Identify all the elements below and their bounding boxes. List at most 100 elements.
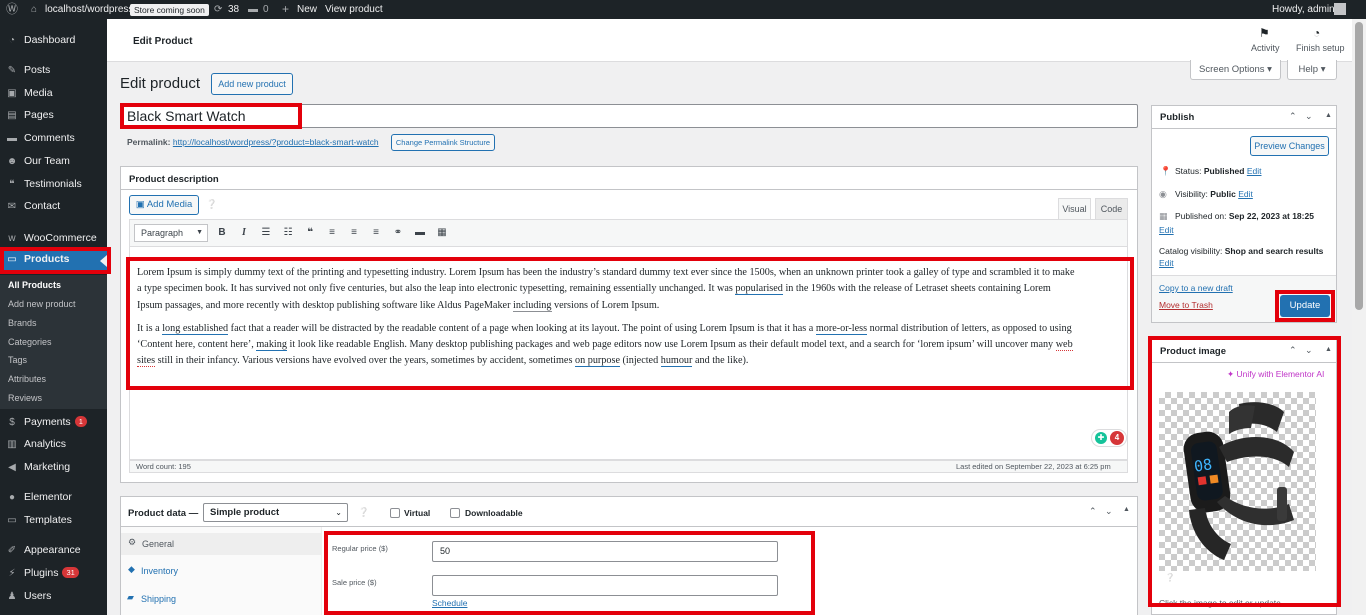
move-down-icon[interactable]: ⌄: [1305, 345, 1313, 356]
menu-users[interactable]: ♟ Users: [0, 586, 107, 608]
bold-icon[interactable]: B: [215, 227, 229, 238]
avatar[interactable]: [1334, 3, 1346, 15]
spell-suggestion[interactable]: making: [256, 339, 287, 352]
numbered-list-icon[interactable]: ☷: [281, 227, 295, 238]
submenu-all-products[interactable]: All Products: [8, 280, 61, 290]
schedule-link[interactable]: Schedule: [432, 598, 467, 608]
update-button[interactable]: Update: [1280, 295, 1330, 317]
finish-setup-link[interactable]: Finish setup: [1296, 43, 1345, 53]
collapse-icon[interactable]: ▲: [1325, 112, 1332, 119]
unify-elementor-ai-link[interactable]: ✦ Unify with Elementor AI: [1227, 369, 1324, 380]
product-type-select[interactable]: Simple product ⌄: [203, 503, 348, 522]
menu-analytics[interactable]: ▥ Analytics: [0, 434, 107, 456]
move-up-icon[interactable]: ⌃: [1089, 506, 1097, 517]
downloadable-checkbox[interactable]: [450, 508, 460, 518]
grammarly-icon[interactable]: ✚: [1095, 432, 1107, 444]
help-icon[interactable]: ❔: [358, 507, 369, 518]
format-select[interactable]: Paragraph ▼: [134, 224, 208, 242]
menu-payments[interactable]: $ Payments 1: [0, 412, 107, 434]
store-status-badge[interactable]: Store coming soon: [130, 4, 209, 16]
link-icon[interactable]: ⚭: [391, 227, 405, 238]
submenu-categories[interactable]: Categories: [8, 337, 52, 347]
menu-plugins[interactable]: ⚡ Plugins 31: [0, 563, 107, 585]
read-more-icon[interactable]: ▬: [413, 227, 427, 238]
edit-date-link[interactable]: Edit: [1159, 225, 1174, 235]
align-right-icon[interactable]: ≡: [369, 227, 383, 238]
edit-status-link[interactable]: Edit: [1247, 166, 1262, 176]
menu-posts[interactable]: ✎ Posts: [0, 60, 107, 82]
spell-suggestion[interactable]: on purpose: [574, 355, 620, 368]
updates-count[interactable]: 38: [228, 0, 239, 19]
spell-suggestion[interactable]: popularised: [735, 283, 783, 296]
spell-suggestion[interactable]: web: [1055, 339, 1073, 352]
tab-inventory[interactable]: Inventory: [141, 566, 178, 576]
tab-visual[interactable]: Visual: [1058, 198, 1091, 219]
menu-elementor[interactable]: ● Elementor: [0, 487, 107, 509]
submenu-brands[interactable]: Brands: [8, 318, 37, 328]
product-title-input[interactable]: Black Smart Watch: [120, 104, 1138, 128]
menu-media[interactable]: ▣ Media: [0, 83, 107, 105]
wordpress-logo-icon[interactable]: Ⓦ: [6, 0, 18, 19]
submenu-reviews[interactable]: Reviews: [8, 393, 42, 403]
product-image[interactable]: 08: [1159, 392, 1316, 571]
grammar-suggestion[interactable]: including: [513, 299, 552, 312]
regular-price-input[interactable]: 50: [432, 541, 778, 562]
collapse-icon[interactable]: ▲: [1123, 506, 1130, 513]
toolbar-toggle-icon[interactable]: ▦: [435, 227, 449, 238]
edit-catalog-link[interactable]: Edit: [1159, 258, 1174, 268]
menu-woocommerce[interactable]: w WooCommerce: [0, 228, 107, 250]
move-to-trash-link[interactable]: Move to Trash: [1159, 300, 1213, 310]
site-name-link[interactable]: localhost/wordpress: [45, 0, 133, 19]
bullet-list-icon[interactable]: ☰: [259, 227, 273, 238]
spell-suggestion[interactable]: sites: [137, 355, 156, 368]
add-media-button[interactable]: ▣ Add Media: [129, 195, 199, 215]
move-up-icon[interactable]: ⌃: [1289, 111, 1297, 122]
tab-code[interactable]: Code: [1095, 198, 1128, 219]
submenu-add-new-product[interactable]: Add new product: [8, 299, 76, 309]
spell-suggestion[interactable]: humour: [660, 355, 693, 368]
menu-dashboard[interactable]: ◔ Dashboard: [0, 30, 107, 52]
align-left-icon[interactable]: ≡: [325, 227, 339, 238]
editor-text[interactable]: Lorem Ipsum is simply dummy text of the …: [137, 265, 1122, 370]
menu-appearance[interactable]: ✐ Appearance: [0, 540, 107, 562]
tab-shipping[interactable]: Shipping: [141, 594, 176, 604]
align-center-icon[interactable]: ≡: [347, 227, 361, 238]
preview-changes-button[interactable]: Preview Changes: [1250, 136, 1329, 156]
howdy-user[interactable]: Howdy, admin: [1272, 0, 1335, 19]
copy-draft-link[interactable]: Copy to a new draft: [1159, 283, 1233, 293]
spell-suggestion[interactable]: long established: [162, 322, 229, 335]
permalink-url[interactable]: http://localhost/wordpress/?product=blac…: [173, 137, 379, 147]
menu-our-team[interactable]: ☻ Our Team: [0, 151, 107, 173]
virtual-checkbox[interactable]: [390, 508, 400, 518]
submenu-attributes[interactable]: Attributes: [8, 374, 46, 384]
blockquote-icon[interactable]: ❝: [303, 227, 317, 238]
submenu-tags[interactable]: Tags: [8, 355, 27, 365]
italic-icon[interactable]: I: [237, 227, 251, 238]
screen-options-button[interactable]: Screen Options ▾: [1190, 60, 1281, 80]
collapse-icon[interactable]: ▲: [1325, 346, 1332, 353]
comments-count[interactable]: 0: [263, 0, 269, 19]
move-down-icon[interactable]: ⌄: [1305, 111, 1313, 122]
menu-pages[interactable]: ▤ Pages: [0, 105, 107, 127]
view-product-link[interactable]: View product: [325, 0, 383, 19]
grammarly-issues-count[interactable]: 4: [1110, 431, 1124, 445]
activity-link[interactable]: Activity: [1251, 43, 1280, 53]
menu-products[interactable]: ▭ Products: [0, 249, 107, 272]
new-link[interactable]: New: [297, 0, 317, 19]
scrollbar-thumb[interactable]: [1355, 22, 1363, 310]
menu-contact[interactable]: ✉ Contact: [0, 196, 107, 218]
sale-price-input[interactable]: [432, 575, 778, 596]
help-icon[interactable]: ❔: [1165, 573, 1175, 582]
move-down-icon[interactable]: ⌄: [1105, 506, 1113, 517]
menu-testimonials[interactable]: ❝ Testimonials: [0, 174, 107, 196]
menu-marketing[interactable]: ◀ Marketing: [0, 457, 107, 479]
help-icon[interactable]: ❔: [206, 199, 217, 210]
add-new-product-button[interactable]: Add new product: [211, 73, 293, 95]
change-permalink-button[interactable]: Change Permalink Structure: [391, 134, 495, 151]
edit-visibility-link[interactable]: Edit: [1238, 189, 1253, 199]
help-button[interactable]: Help ▾: [1287, 60, 1337, 80]
menu-comments[interactable]: ▬ Comments: [0, 128, 107, 150]
menu-templates[interactable]: ▭ Templates: [0, 510, 107, 532]
move-up-icon[interactable]: ⌃: [1289, 345, 1297, 356]
spell-suggestion[interactable]: more-or-less: [815, 322, 868, 335]
